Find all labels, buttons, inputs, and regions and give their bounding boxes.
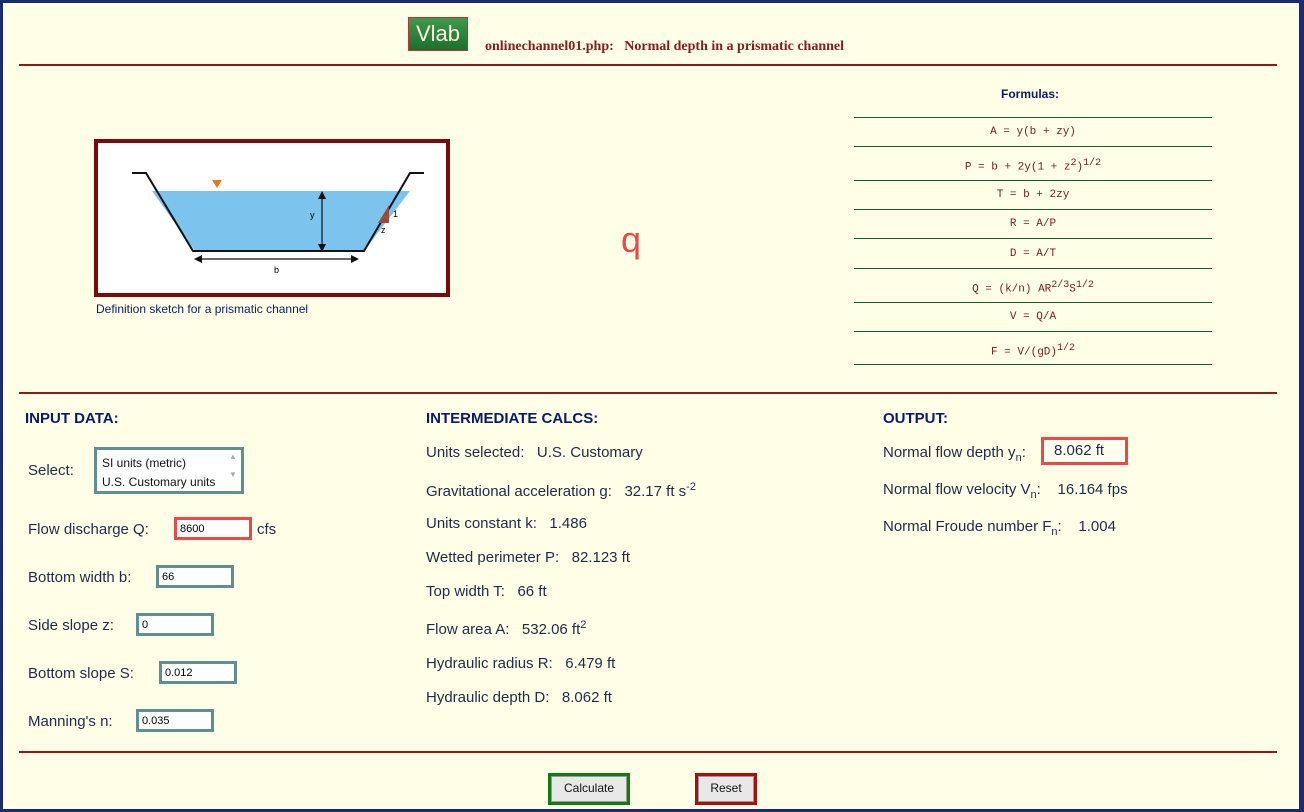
top-width-value: 66 ft <box>517 583 547 600</box>
gravity-value: 32.17 ft s <box>624 483 687 500</box>
page-file: onlinechannel01.php: <box>485 39 614 54</box>
input-title: INPUT DATA: <box>25 410 119 427</box>
hydraulic-depth-value: 8.062 ft <box>561 689 612 706</box>
normal-velocity-value: 16.164 fps <box>1057 481 1128 498</box>
hydraulic-depth-row: Hydraulic depth D: 8.062 ft <box>426 689 612 706</box>
units-constant-value: 1.486 <box>549 515 587 532</box>
normal-depth-label: Normal flow depth yn: <box>883 444 1026 464</box>
page-heading: onlinechannel01.php: Normal depth in a p… <box>485 39 844 55</box>
bottom-slope-label: Bottom slope S: <box>28 665 134 682</box>
option-us[interactable]: U.S. Customary units <box>102 475 215 489</box>
wetted-perimeter-row: Wetted perimeter P: 82.123 ft <box>426 549 631 566</box>
formulas-title: Formulas: <box>1001 87 1060 101</box>
units-selected: Units selected: U.S. Customary <box>426 444 643 461</box>
divider-top <box>19 64 1277 66</box>
froude-value: 1.004 <box>1078 518 1116 535</box>
divider-bottom <box>19 751 1277 753</box>
sketch-caption: Definition sketch for a prismatic channe… <box>96 302 309 316</box>
hydraulic-radius-value: 6.479 ft <box>565 655 616 672</box>
normal-depth-output: 8.062 ft <box>1041 437 1128 465</box>
select-label: Select: <box>28 462 74 479</box>
gravity-row: Gravitational acceleration g: 32.17 ft s… <box>426 481 696 500</box>
formula-top-width: T = b + 2zy <box>854 180 1212 209</box>
big-symbol: q <box>621 219 642 260</box>
divider-middle <box>19 392 1277 394</box>
water-surface-marker <box>212 180 222 188</box>
side-slope-input[interactable] <box>136 613 214 636</box>
manning-input[interactable] <box>136 709 214 732</box>
formula-table: A = y(b + zy) P = b + 2y(1 + z2)1/2 T = … <box>854 117 1212 365</box>
water-area <box>152 191 410 251</box>
flow-input[interactable] <box>174 517 252 540</box>
label-z: z <box>381 225 386 235</box>
select-scrollbar[interactable]: ▲ ▼ <box>227 452 239 489</box>
label-b: b <box>274 265 279 275</box>
option-si[interactable]: SI units (metric) <box>102 456 186 470</box>
page-title: Normal depth in a prismatic channel <box>624 39 844 54</box>
flow-unit: cfs <box>257 521 277 538</box>
units-constant-row: Units constant k: 1.486 <box>426 515 587 532</box>
formula-area: A = y(b + zy) <box>854 117 1212 146</box>
side-slope-label: Side slope z: <box>28 617 114 634</box>
bottom-slope-input[interactable] <box>159 661 237 684</box>
formula-froude: F = V/(gD)1/2 <box>854 331 1212 365</box>
bottom-width-label: Bottom width b: <box>28 569 132 586</box>
wetted-perimeter-value: 82.123 ft <box>571 549 631 566</box>
channel-sketch: y 1 z b <box>94 139 450 297</box>
units-select[interactable]: SI units (metric) U.S. Customary units ▲… <box>94 447 244 494</box>
formula-velocity: V = Q/A <box>854 302 1212 331</box>
label-y: y <box>310 210 315 220</box>
units-selected-value: U.S. Customary <box>536 444 643 461</box>
froude-row: Normal Froude number Fn: 1.004 <box>883 518 1116 538</box>
manning-label: Manning's n: <box>28 713 113 730</box>
vlab-logo[interactable]: Vlab <box>408 17 468 51</box>
hydraulic-radius-row: Hydraulic radius R: 6.479 ft <box>426 655 616 672</box>
logo-text: Vlab <box>415 21 461 46</box>
formula-hyd-radius: R = A/P <box>854 209 1212 238</box>
formula-discharge: Q = (k/n) AR2/3S1/2 <box>854 268 1212 302</box>
formula-perimeter: P = b + 2y(1 + z2)1/2 <box>854 146 1212 180</box>
formula-hyd-depth: D = A/T <box>854 238 1212 268</box>
bottom-width-input[interactable] <box>156 565 234 588</box>
flow-label: Flow discharge Q: <box>28 521 149 538</box>
intermediate-title: INTERMEDIATE CALCS: <box>426 410 599 427</box>
page-frame: Vlab onlinechannel01.php: Normal depth i… <box>3 3 1299 809</box>
output-title: OUTPUT: <box>883 410 948 427</box>
flow-area-value: 532.06 ft <box>521 621 581 638</box>
normal-velocity-row: Normal flow velocity Vn: 16.164 fps <box>883 481 1128 501</box>
reset-button[interactable]: Reset <box>695 773 757 805</box>
label-1: 1 <box>393 209 398 219</box>
channel-diagram: y 1 z b <box>132 172 424 275</box>
flow-area-row: Flow area A: 532.06 ft2 <box>426 619 587 638</box>
top-width-row: Top width T: 66 ft <box>426 583 547 600</box>
calculate-button[interactable]: Calculate <box>548 773 630 805</box>
